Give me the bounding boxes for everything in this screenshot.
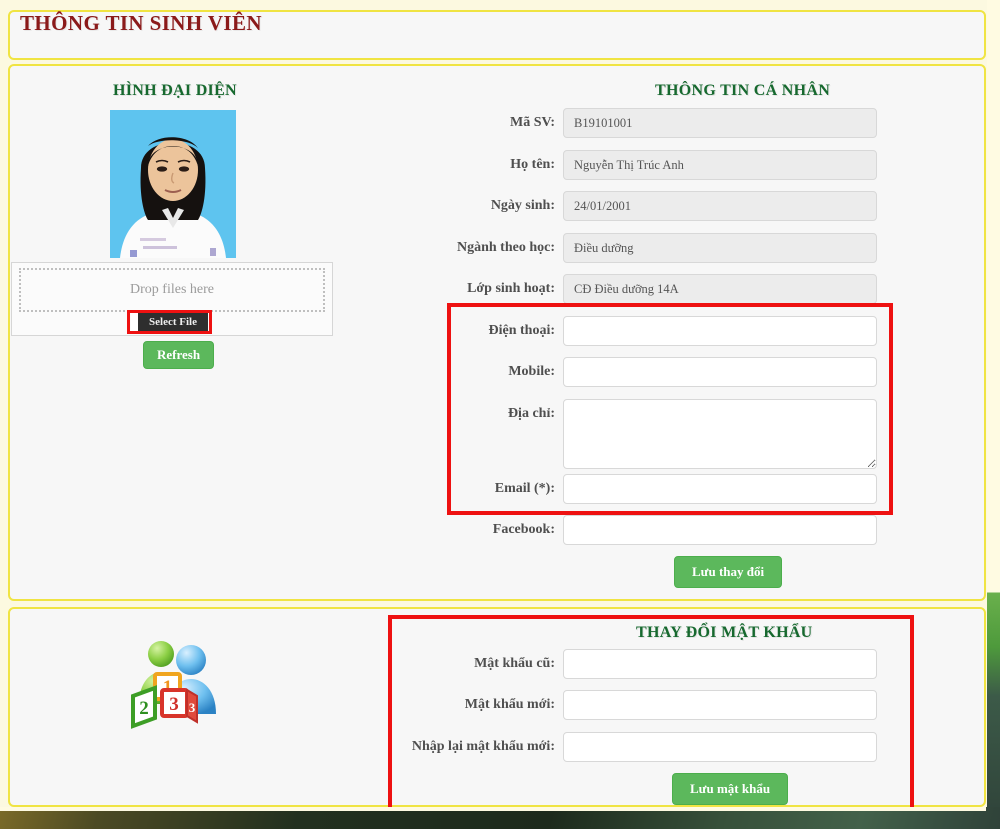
- field-facebook[interactable]: [563, 515, 877, 545]
- field-ngay-sinh[interactable]: [563, 191, 877, 221]
- label-mat-khau-cu: Mật khẩu cũ:: [474, 656, 555, 671]
- form-row-nganh-theo-hoc: Ngành theo học:: [0, 233, 978, 269]
- field-dia-chi[interactable]: [563, 399, 877, 469]
- student-info-page: THÔNG TIN SINH VIÊN HÌNH ĐẠI DIỆN Drop f…: [0, 0, 1000, 829]
- field-ma-sv[interactable]: [563, 108, 877, 138]
- personal-section-title: THÔNG TIN CÁ NHÂN: [655, 82, 831, 99]
- form-row-nhap-lai-mat-khau-moi: Nhập lại mật khẩu mới:: [0, 732, 978, 768]
- save-password-button[interactable]: Lưu mật khẩu: [672, 773, 789, 805]
- form-row-mobile: Mobile:: [0, 357, 978, 393]
- label-nganh-theo-hoc: Ngành theo học:: [456, 240, 555, 255]
- page-title: THÔNG TIN SINH VIÊN: [20, 11, 262, 35]
- footer-strip: [0, 807, 1000, 829]
- form-row-dia-chi: Địa chỉ:: [0, 399, 978, 471]
- field-ho-ten[interactable]: [563, 150, 877, 180]
- label-ma-sv: Mã SV:: [510, 115, 555, 130]
- form-row-ma-sv: Mã SV:: [0, 108, 978, 144]
- form-row-dien-thoai: Điện thoại:: [0, 316, 978, 352]
- label-mobile: Mobile:: [508, 364, 555, 379]
- field-nhap-lai-mat-khau-moi[interactable]: [563, 732, 877, 762]
- password-section-title: THAY ĐỔI MẬT KHẨU: [636, 624, 813, 641]
- field-mat-khau-moi[interactable]: [563, 690, 877, 720]
- field-nganh-theo-hoc[interactable]: [563, 233, 877, 263]
- form-row-mat-khau-moi: Mật khẩu mới:: [0, 690, 978, 726]
- field-mobile[interactable]: [563, 357, 877, 387]
- label-dia-chi: Địa chỉ:: [507, 406, 555, 421]
- label-email: Email (*):: [494, 481, 555, 496]
- field-mat-khau-cu[interactable]: [563, 649, 877, 679]
- form-row-ngay-sinh: Ngày sinh:: [0, 191, 978, 227]
- field-email[interactable]: [563, 474, 877, 504]
- form-row-ho-ten: Họ tên:: [0, 150, 978, 186]
- form-row-email: Email (*):: [0, 474, 978, 510]
- form-row-mat-khau-cu: Mật khẩu cũ:: [0, 649, 978, 685]
- label-nhap-lai-mat-khau-moi: Nhập lại mật khẩu mới:: [411, 739, 555, 754]
- avatar-section-title: HÌNH ĐẠI DIỆN: [113, 82, 237, 99]
- label-facebook: Facebook:: [492, 522, 555, 537]
- right-gutter-accent: [987, 0, 1000, 829]
- form-row-facebook: Facebook:: [0, 515, 978, 551]
- label-ngay-sinh: Ngày sinh:: [490, 198, 555, 213]
- field-dien-thoai[interactable]: [563, 316, 877, 346]
- save-profile-button[interactable]: Lưu thay đổi: [674, 556, 783, 588]
- form-row-lop-sinh-hoat: Lớp sinh hoạt:: [0, 274, 978, 310]
- field-lop-sinh-hoat[interactable]: [563, 274, 877, 304]
- label-lop-sinh-hoat: Lớp sinh hoạt:: [467, 281, 555, 296]
- label-mat-khau-moi: Mật khẩu mới:: [464, 697, 555, 712]
- label-ho-ten: Họ tên:: [510, 157, 555, 172]
- label-dien-thoai: Điện thoại:: [488, 323, 556, 338]
